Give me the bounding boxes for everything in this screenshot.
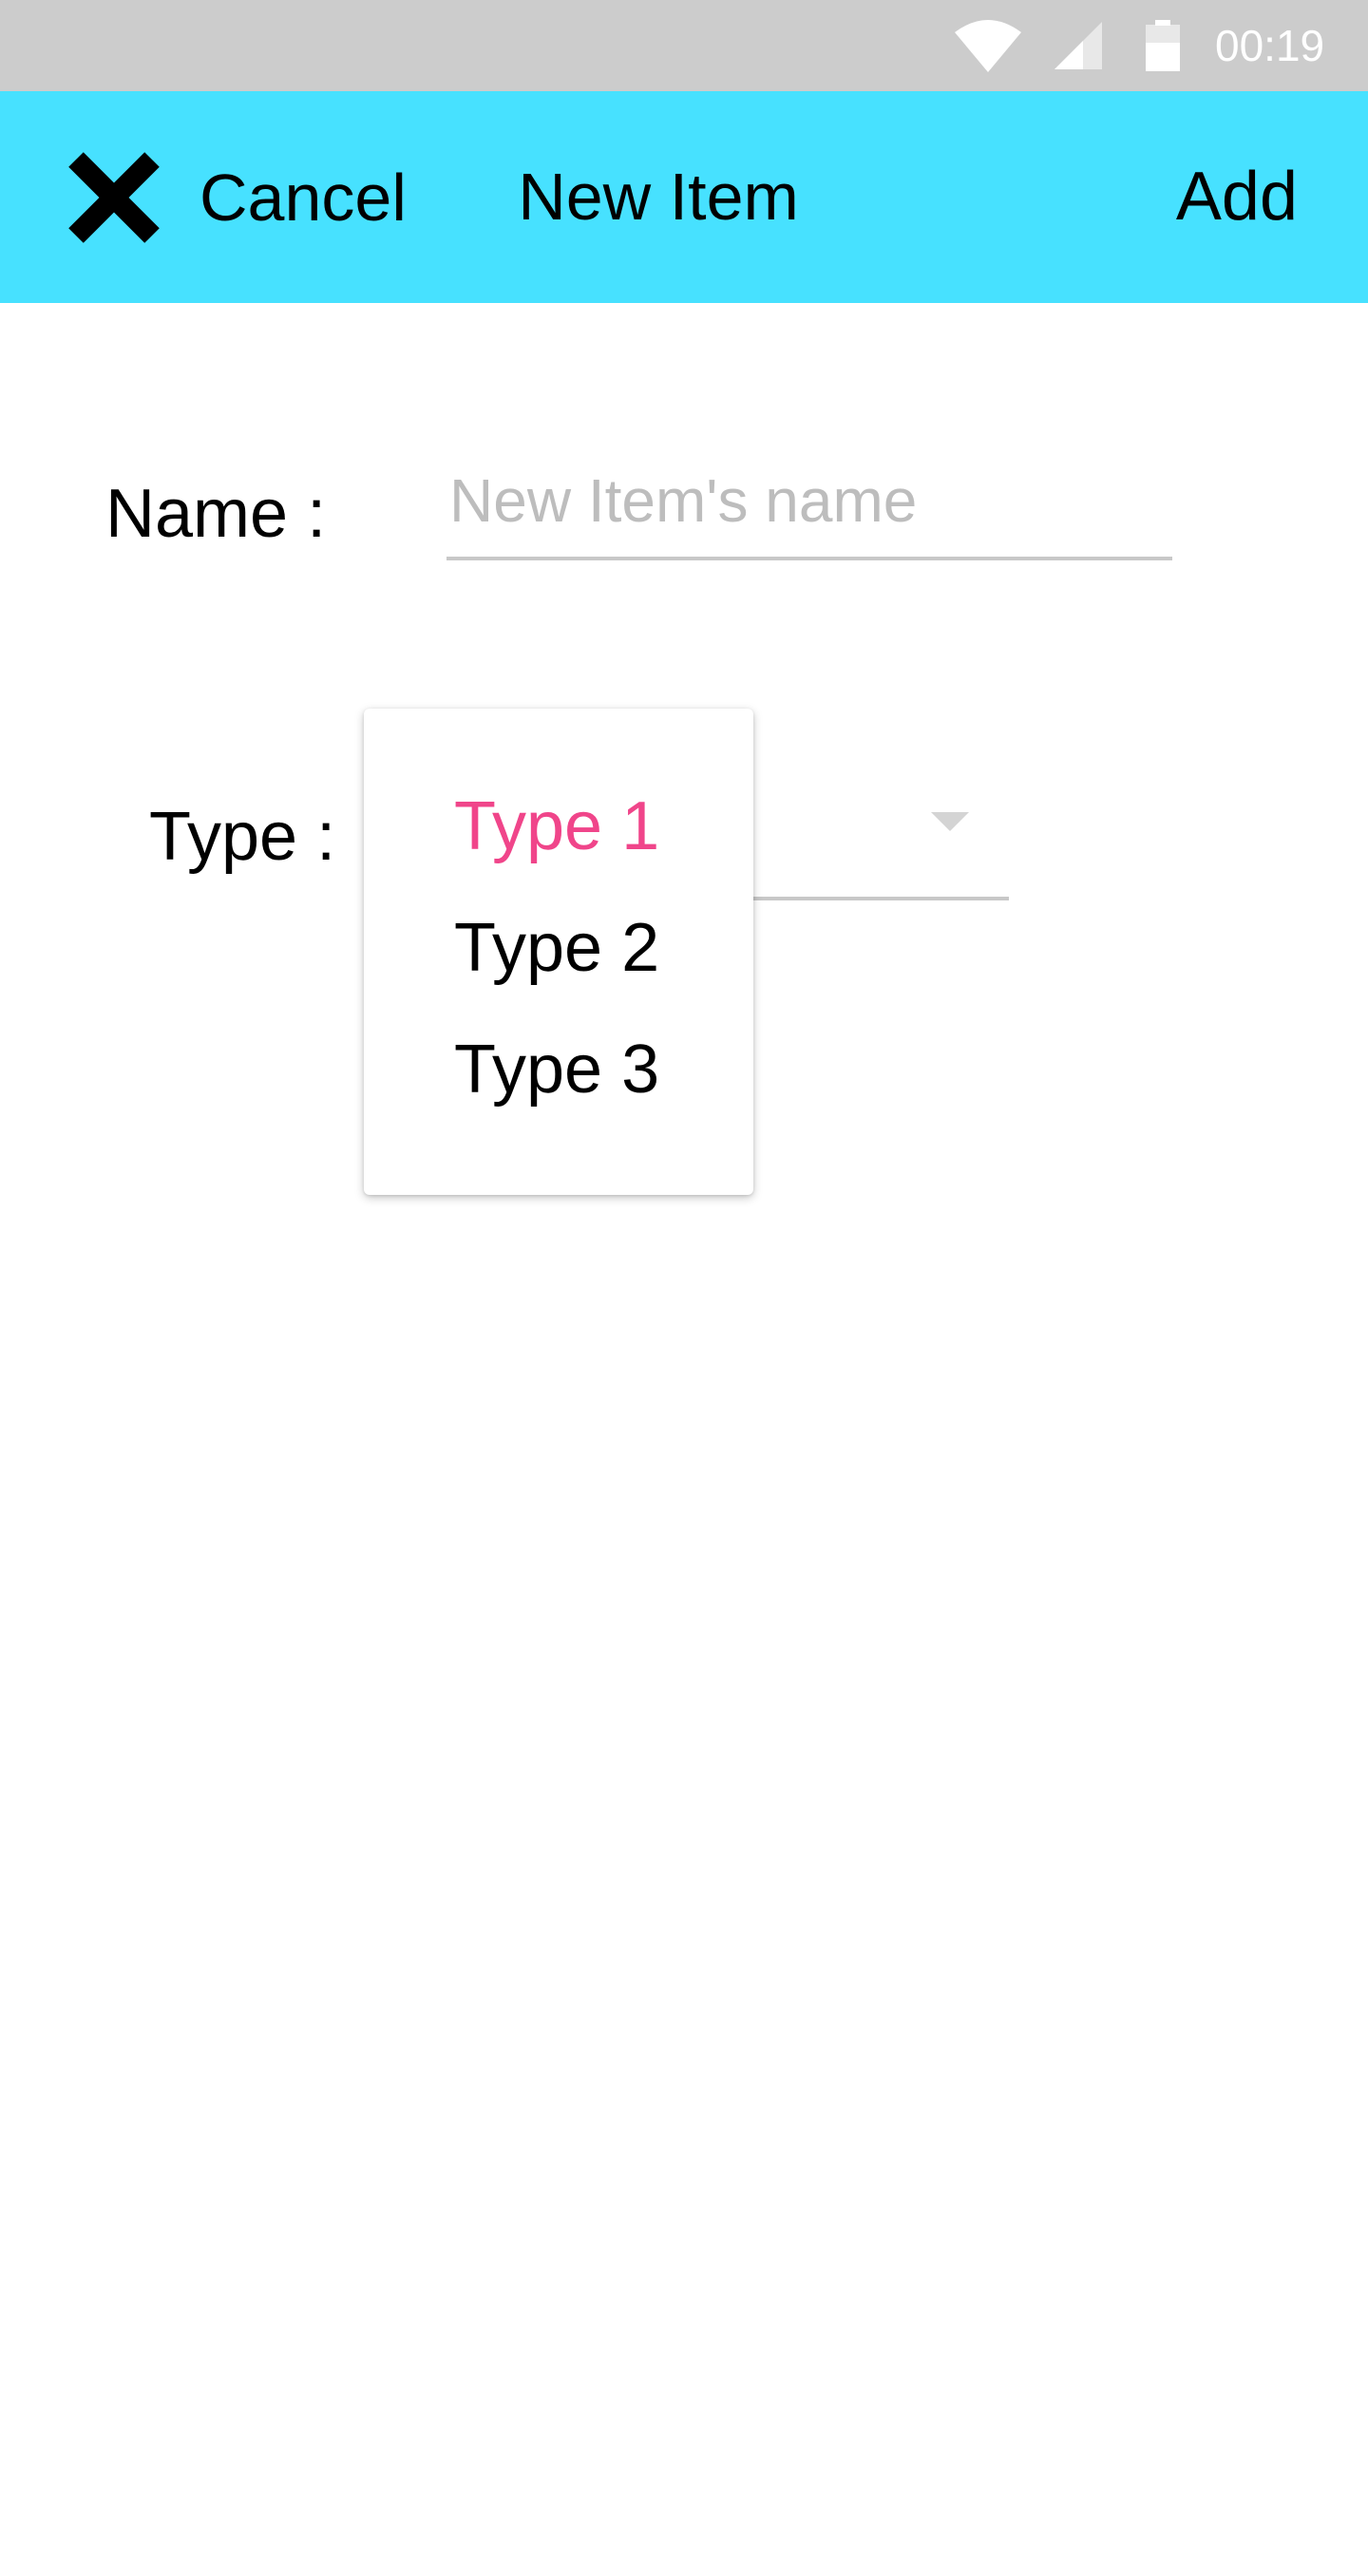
status-time: 00:19 bbox=[1215, 21, 1325, 70]
app-bar: New Item Cancel Add bbox=[0, 91, 1368, 303]
cancel-label[interactable]: Cancel bbox=[200, 160, 407, 236]
status-bar: 00:19 bbox=[0, 0, 1368, 91]
cancel-button[interactable]: Cancel bbox=[66, 91, 407, 303]
name-label: Name : bbox=[105, 476, 327, 552]
close-icon[interactable] bbox=[66, 150, 162, 245]
dropdown-option-type-2[interactable]: Type 2 bbox=[364, 887, 753, 1009]
type-dropdown-menu: Type 1 Type 2 Type 3 bbox=[364, 709, 753, 1195]
dropdown-option-type-1[interactable]: Type 1 bbox=[364, 766, 753, 887]
wifi-icon bbox=[955, 0, 1021, 91]
page-title-text: New Item bbox=[518, 160, 799, 234]
type-label: Type : bbox=[149, 799, 336, 875]
battery-icon bbox=[1146, 0, 1180, 91]
name-input[interactable] bbox=[446, 454, 1172, 560]
signal-icon bbox=[1054, 0, 1102, 91]
chevron-down-icon[interactable] bbox=[931, 812, 969, 831]
dropdown-option-type-3[interactable]: Type 3 bbox=[364, 1009, 753, 1130]
add-button[interactable]: Add bbox=[1176, 91, 1298, 303]
